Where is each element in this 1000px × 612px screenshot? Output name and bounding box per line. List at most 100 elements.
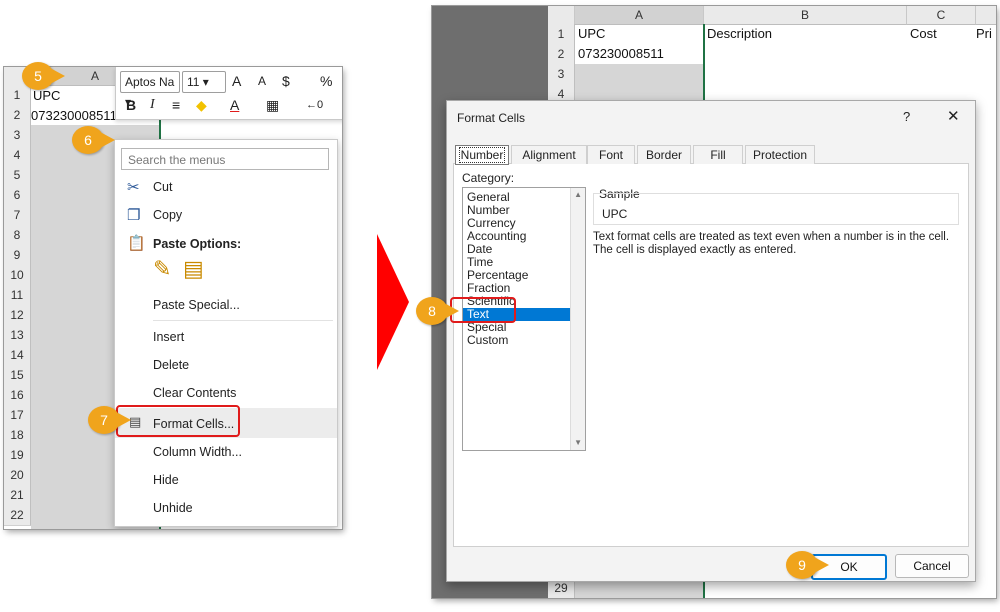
mini-toolbar: Aptos Na ▾ 11 ▾ A A $ % B I ≡ ◆ A ▦ ←0 xyxy=(115,67,342,120)
row-header[interactable]: 15 xyxy=(4,365,31,386)
right-corner[interactable] xyxy=(548,6,575,25)
step-badge-7: 7 xyxy=(88,406,131,434)
right-row-header[interactable]: 3 xyxy=(548,64,575,85)
row-header[interactable]: 14 xyxy=(4,345,31,366)
menu-clear-contents[interactable]: Clear Contents xyxy=(153,386,236,400)
paste-formatting-icon[interactable]: ✎ xyxy=(153,256,171,282)
format-cells-highlight xyxy=(116,405,240,437)
grow-font-icon[interactable]: A xyxy=(232,71,241,91)
paste-icon: 📋 xyxy=(127,235,146,252)
row-header[interactable]: 4 xyxy=(4,145,31,166)
menu-unhide[interactable]: Unhide xyxy=(153,501,193,515)
shrink-font-icon[interactable]: A xyxy=(258,71,266,91)
menu-insert[interactable]: Insert xyxy=(153,330,184,344)
copy-icon: ❐ xyxy=(127,207,141,224)
right-col-b-label: B xyxy=(800,8,809,22)
right-cell-a1[interactable]: UPC xyxy=(578,26,605,41)
menu-hide[interactable]: Hide xyxy=(153,473,179,487)
sample-box xyxy=(593,193,959,225)
right-cell-a2[interactable]: 073230008511 xyxy=(578,46,664,61)
row-header[interactable]: 3 xyxy=(4,125,31,146)
row-header[interactable]: 12 xyxy=(4,305,31,326)
row-header[interactable]: 17 xyxy=(4,405,31,426)
right-col-c-label: C xyxy=(936,8,946,22)
row-header[interactable]: 6 xyxy=(4,185,31,206)
right-cell-b1[interactable]: Description xyxy=(707,26,772,41)
help-button[interactable]: ? xyxy=(903,109,910,124)
row-header[interactable]: 20 xyxy=(4,465,31,486)
scroll-down-icon[interactable]: ▼ xyxy=(574,438,582,447)
step-badge-9: 9 xyxy=(786,551,829,579)
category-item-custom[interactable]: Custom xyxy=(467,334,508,347)
right-cell-c1[interactable]: Cost xyxy=(910,26,937,41)
cell-a1[interactable]: UPC xyxy=(33,88,60,103)
font-name-box[interactable]: Aptos Na ▾ xyxy=(120,71,180,109)
format-description: Text format cells are treated as text ev… xyxy=(593,231,950,243)
menu-delete[interactable]: Delete xyxy=(153,358,189,372)
text-category-highlight xyxy=(450,297,516,323)
row-header[interactable]: 1 xyxy=(4,85,31,106)
cut-icon: ✂ xyxy=(127,179,140,196)
right-column-header-a[interactable]: A xyxy=(575,6,704,25)
row-header[interactable]: 7 xyxy=(4,205,31,226)
font-name-value: Aptos Na xyxy=(125,75,175,89)
right-row-header[interactable]: 2 xyxy=(548,44,575,65)
borders-icon[interactable]: ▦ xyxy=(266,95,279,115)
right-cell-d1[interactable]: Pri xyxy=(976,26,992,41)
column-a-label: A xyxy=(90,69,99,83)
cancel-button[interactable]: Cancel xyxy=(895,554,969,578)
font-size-box[interactable]: 11 ▾ xyxy=(182,71,226,93)
font-color-icon[interactable]: A xyxy=(230,95,239,115)
close-icon[interactable]: ✕ xyxy=(947,107,960,125)
row-header[interactable]: 2 xyxy=(4,105,31,126)
tab-number[interactable]: Number xyxy=(455,145,509,165)
row-header[interactable]: 10 xyxy=(4,265,31,286)
row-header[interactable]: 5 xyxy=(4,165,31,186)
italic-icon[interactable]: I xyxy=(150,95,155,115)
tab-number-label: Number xyxy=(458,147,506,163)
tab-font[interactable]: Font xyxy=(587,145,635,164)
align-icon[interactable]: ≡ xyxy=(172,95,180,115)
row-header[interactable]: 9 xyxy=(4,245,31,266)
sample-value: UPC xyxy=(602,207,628,221)
tab-fill[interactable]: Fill xyxy=(693,145,743,164)
menu-paste-special[interactable]: Paste Special... xyxy=(153,298,240,312)
row-header[interactable]: 8 xyxy=(4,225,31,246)
category-scrollbar[interactable] xyxy=(570,188,585,450)
row-header[interactable]: 21 xyxy=(4,485,31,506)
tab-alignment[interactable]: Alignment xyxy=(511,145,587,164)
paste-values-icon[interactable]: ▤ xyxy=(183,256,204,282)
row-header[interactable]: 22 xyxy=(4,505,31,526)
decrease-decimal-icon[interactable]: ←0 xyxy=(306,95,323,115)
cell-a2[interactable]: 073230008511 xyxy=(31,108,117,123)
fill-color-icon[interactable]: ◆ xyxy=(196,95,207,115)
right-row-header[interactable]: 1 xyxy=(548,24,575,45)
context-menu: Search the menus ✂ Cut ❐ Copy 📋 Paste Op… xyxy=(114,139,338,527)
row-header[interactable]: 16 xyxy=(4,385,31,406)
currency-icon[interactable]: $ xyxy=(282,71,290,91)
tab-border[interactable]: Border xyxy=(637,145,691,164)
format-cells-dialog: Format Cells ? ✕ Number Alignment Font B… xyxy=(446,100,976,582)
menu-search-input[interactable]: Search the menus xyxy=(121,148,329,170)
scroll-up-icon[interactable]: ▲ xyxy=(574,190,582,199)
format-description-2: The cell is displayed exactly as entered… xyxy=(593,244,797,256)
bold-icon[interactable]: B xyxy=(126,95,136,115)
paste-options-label: Paste Options: xyxy=(153,237,242,251)
right-column-header-c[interactable]: C xyxy=(907,6,976,25)
right-column-header-b[interactable]: B xyxy=(704,6,907,25)
percent-icon[interactable]: % xyxy=(320,71,332,91)
font-size-value: 11 xyxy=(187,75,200,89)
step-badge-8: 8 xyxy=(416,297,459,325)
row-header[interactable]: 13 xyxy=(4,325,31,346)
right-col-a-label: A xyxy=(634,8,643,22)
row-header[interactable]: 11 xyxy=(4,285,31,306)
menu-cut[interactable]: Cut xyxy=(153,180,172,194)
row-header[interactable]: 18 xyxy=(4,425,31,446)
row-header[interactable]: 19 xyxy=(4,445,31,466)
right-column-header-d[interactable] xyxy=(976,6,996,25)
step-badge-5: 5 xyxy=(22,62,65,90)
step-badge-6: 6 xyxy=(72,126,115,154)
tab-protection[interactable]: Protection xyxy=(745,145,815,164)
menu-copy[interactable]: Copy xyxy=(153,208,182,222)
menu-column-width[interactable]: Column Width... xyxy=(153,445,242,459)
